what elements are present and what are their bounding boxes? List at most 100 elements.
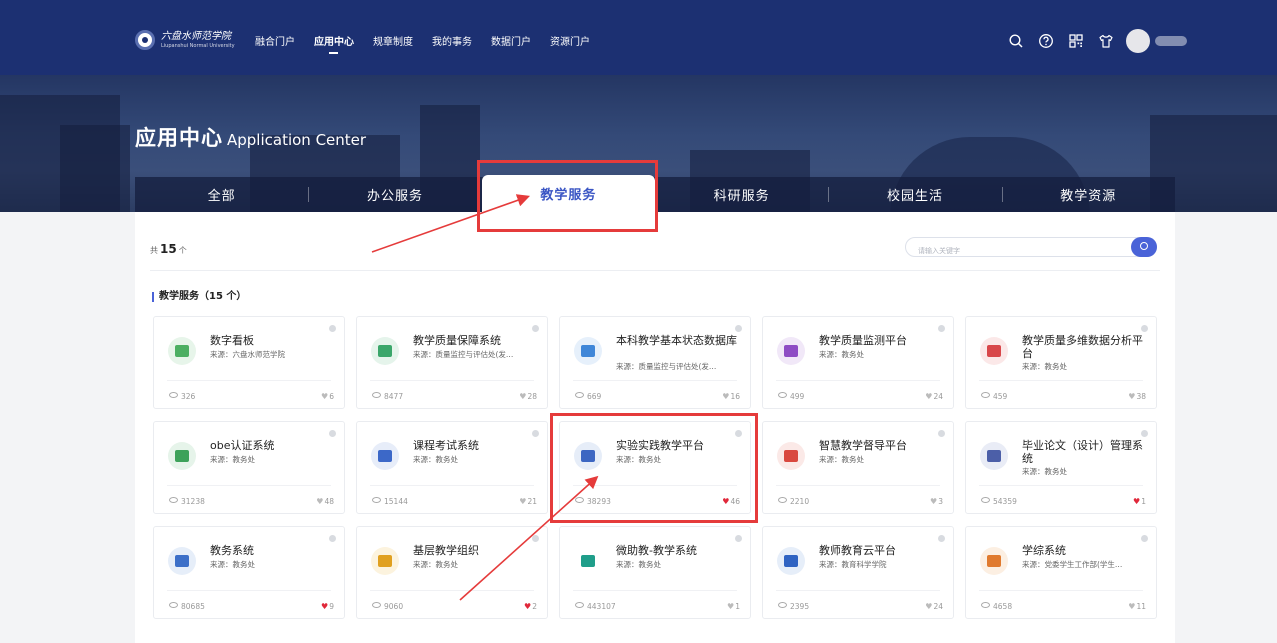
info-icon[interactable]: [329, 535, 336, 542]
total-prefix: 共: [150, 246, 158, 255]
like-count[interactable]: ♥28: [519, 392, 537, 401]
database-icon: [574, 337, 602, 365]
heart-icon: ♥: [519, 497, 527, 506]
search-button[interactable]: [1131, 237, 1157, 257]
nav-item-data-portal[interactable]: 数据门户: [491, 33, 531, 48]
app-card[interactable]: 微助教-教学系统 来源：教务处 443107 ♥1: [559, 526, 751, 619]
app-name: obe认证系统: [210, 439, 275, 452]
icon-glyph: [175, 450, 189, 462]
tab-teaching-resources[interactable]: 教学资源: [1001, 177, 1175, 212]
like-count[interactable]: ♥24: [925, 602, 943, 611]
search-input[interactable]: [906, 242, 1126, 260]
info-icon[interactable]: [938, 430, 945, 437]
total-count: 共 15 个: [150, 242, 187, 256]
icon-glyph: [784, 555, 798, 567]
tab-all[interactable]: 全部: [135, 177, 308, 212]
like-count[interactable]: ♥21: [519, 497, 537, 506]
icon-glyph: [987, 345, 1001, 357]
info-icon[interactable]: [1141, 430, 1148, 437]
app-card[interactable]: 数字看板 来源：六盘水师范学院 326 ♥6: [153, 316, 345, 409]
card-divider: [167, 380, 331, 381]
info-icon[interactable]: [938, 535, 945, 542]
info-icon[interactable]: [1141, 535, 1148, 542]
app-card[interactable]: 智慧教学督导平台 来源：教务处 2210 ♥3: [762, 421, 954, 514]
heart-icon: ♥: [722, 392, 730, 401]
nav-item-regulations[interactable]: 规章制度: [373, 33, 413, 48]
info-icon[interactable]: [1141, 325, 1148, 332]
like-number: 16: [730, 392, 740, 401]
tab-campus-life[interactable]: 校园生活: [828, 177, 1001, 212]
like-number: 1: [1141, 497, 1146, 506]
app-grid: 数字看板 来源：六盘水师范学院 326 ♥6 教学质量保障系统 来源：质量监控与评估处(发…: [153, 316, 1157, 619]
app-card[interactable]: 实验实践教学平台 来源：教务处 38293 ♥46: [559, 421, 751, 514]
info-icon[interactable]: [329, 430, 336, 437]
like-count[interactable]: ♥46: [722, 497, 740, 506]
search-icon[interactable]: [1008, 33, 1024, 49]
main-nav: 融合门户 应用中心 规章制度 我的事务 数据门户 资源门户: [255, 33, 609, 54]
app-source: 来源：教务处: [413, 455, 458, 464]
like-count[interactable]: ♥24: [925, 392, 943, 401]
app-card[interactable]: 教学质量监测平台 来源：教务处 499 ♥24: [762, 316, 954, 409]
presentation-icon: [980, 547, 1008, 575]
divider: [150, 270, 1160, 271]
like-count[interactable]: ♥38: [1128, 392, 1146, 401]
info-icon[interactable]: [938, 325, 945, 332]
heart-icon: ♥: [321, 392, 329, 401]
help-icon[interactable]: [1038, 33, 1054, 49]
user-avatar[interactable]: [1126, 29, 1150, 53]
app-name: 教师教育云平台: [819, 544, 896, 557]
info-icon[interactable]: [735, 535, 742, 542]
app-card[interactable]: 教学质量多维数据分析平台 来源：教务处 459 ♥38: [965, 316, 1157, 409]
app-card[interactable]: 教务系统 来源：教务处 80685 ♥9: [153, 526, 345, 619]
dashboard-icon: [168, 337, 196, 365]
university-logo[interactable]: 六盘水师范学院 Liupanshui Normal University: [135, 30, 235, 50]
nav-item-resource-portal[interactable]: 资源门户: [550, 33, 590, 48]
app-card[interactable]: obe认证系统 来源：教务处 31238 ♥48: [153, 421, 345, 514]
app-name: 学综系统: [1022, 544, 1066, 557]
info-icon[interactable]: [532, 535, 539, 542]
heart-icon: ♥: [321, 602, 329, 611]
like-count[interactable]: ♥9: [321, 602, 334, 611]
app-card[interactable]: 课程考试系统 来源：教务处 15144 ♥21: [356, 421, 548, 514]
nav-item-portal[interactable]: 融合门户: [255, 33, 295, 48]
app-card[interactable]: 教学质量保障系统 来源：质量监控与评估处(发… 8477 ♥28: [356, 316, 548, 409]
tab-teaching-services[interactable]: 教学服务: [481, 175, 655, 212]
info-icon[interactable]: [532, 430, 539, 437]
info-icon[interactable]: [735, 430, 742, 437]
app-card[interactable]: 学综系统 来源：党委学生工作部(学生… 4658 ♥11: [965, 526, 1157, 619]
info-icon[interactable]: [532, 325, 539, 332]
like-count[interactable]: ♥1: [1133, 497, 1146, 506]
app-card[interactable]: 本科教学基本状态数据库 来源：质量监控与评估处(发… 669 ♥16: [559, 316, 751, 409]
app-name: 实验实践教学平台: [616, 439, 704, 452]
view-count: 54359: [981, 497, 1017, 506]
card-divider: [370, 590, 534, 591]
like-count[interactable]: ♥11: [1128, 602, 1146, 611]
username-redacted[interactable]: [1155, 36, 1187, 46]
like-count[interactable]: ♥2: [524, 602, 537, 611]
nav-item-my-affairs[interactable]: 我的事务: [432, 33, 472, 48]
view-count: 4658: [981, 602, 1012, 611]
nav-item-app-center[interactable]: 应用中心: [314, 33, 354, 54]
header-tools: [1008, 29, 1187, 53]
logo-name-en: Liupanshui Normal University: [161, 42, 235, 49]
tab-research-services[interactable]: 科研服务: [655, 177, 828, 212]
tab-office-services[interactable]: 办公服务: [308, 177, 481, 212]
monitor-board-icon: [777, 337, 805, 365]
info-icon[interactable]: [735, 325, 742, 332]
app-source: 来源：教务处: [616, 455, 661, 464]
like-count[interactable]: ♥16: [722, 392, 740, 401]
like-count[interactable]: ♥1: [727, 602, 740, 611]
app-name: 数字看板: [210, 334, 254, 347]
like-number: 38: [1136, 392, 1146, 401]
app-card[interactable]: 基层教学组织 来源：教务处 9060 ♥2: [356, 526, 548, 619]
app-name: 智慧教学督导平台: [819, 439, 907, 452]
qrcode-icon[interactable]: [1068, 33, 1084, 49]
info-icon[interactable]: [329, 325, 336, 332]
app-card[interactable]: 毕业论文（设计）管理系统 来源：教务处 54359 ♥1: [965, 421, 1157, 514]
like-count[interactable]: ♥48: [316, 497, 334, 506]
app-card[interactable]: 教师教育云平台 来源：教育科学学院 2395 ♥24: [762, 526, 954, 619]
shirt-icon[interactable]: [1098, 33, 1114, 49]
view-count: 2210: [778, 497, 809, 506]
like-count[interactable]: ♥6: [321, 392, 334, 401]
like-count[interactable]: ♥3: [930, 497, 943, 506]
